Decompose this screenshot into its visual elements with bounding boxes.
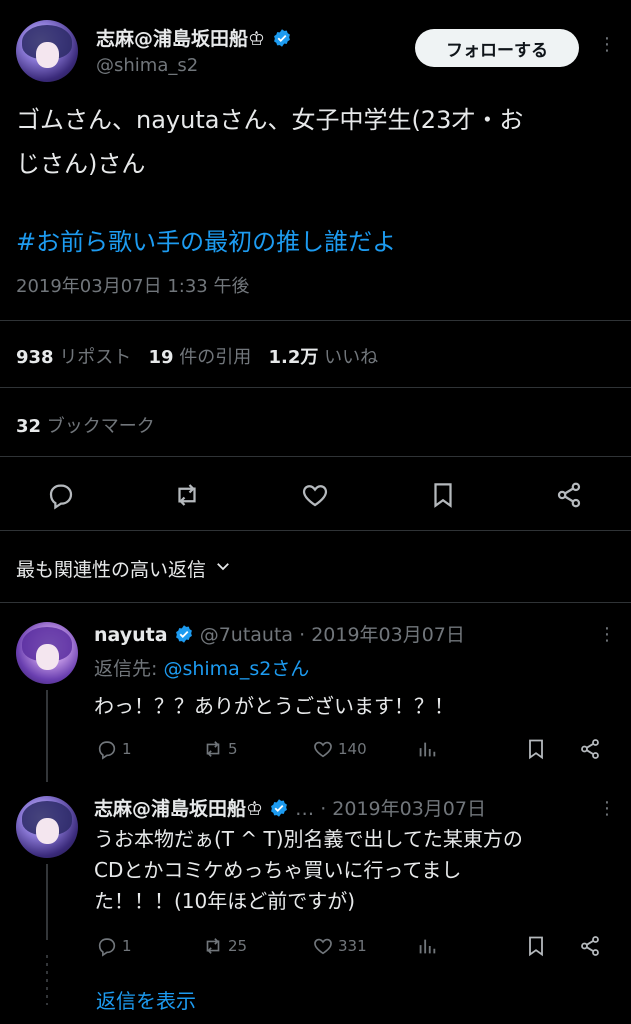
reply-icon[interactable] (46, 480, 76, 510)
reply-header: 志麻@浦島坂田船♔ … · 2019年03月07日 (94, 794, 486, 821)
separator: · (299, 624, 306, 646)
reply-to-line: 返信先: @shima_s2さん (94, 654, 309, 681)
reply-icon (98, 938, 116, 957)
more-options-icon[interactable]: ⋮ (598, 624, 617, 645)
more-options-icon[interactable]: ⋮ (598, 798, 617, 819)
reply-author-name[interactable]: nayuta (94, 624, 168, 646)
reply-header: nayuta @7utauta · 2019年03月07日 (94, 620, 465, 647)
repost-icon[interactable] (172, 480, 202, 510)
separator: · (320, 798, 327, 820)
bookmark-icon[interactable] (428, 480, 458, 510)
reply-reply-button[interactable]: 1 (96, 935, 132, 957)
reply-text-line: うお本物だぁ(T ^ T)別名義で出してた某東方の (94, 827, 523, 851)
repost-icon (206, 741, 220, 757)
analytics-icon[interactable] (416, 738, 438, 764)
reply-text-line: た！！！(10年ほど前ですが) (94, 889, 356, 913)
analytics-icon[interactable] (416, 935, 438, 961)
verified-badge-icon (272, 28, 292, 48)
like-icon (314, 938, 332, 955)
handle-truncated[interactable]: … (295, 798, 314, 820)
reply-sort-label: 最も関連性の高い返信 (16, 559, 207, 581)
reply-like-button[interactable]: 140 (312, 738, 367, 760)
hashtag-link[interactable]: #お前ら歌い手の最初の推し誰だよ (16, 222, 396, 257)
chevron-down-icon (214, 557, 232, 580)
tweet-timestamp[interactable]: 2019年03月07日 1:33 午後 (16, 272, 249, 298)
like-icon[interactable] (300, 480, 330, 510)
quotes-stat[interactable]: 19 件の引用 (148, 347, 251, 368)
thread-dotted-line (45, 955, 49, 1005)
share-icon[interactable] (578, 737, 602, 765)
reply-avatar-nayuta[interactable] (16, 622, 78, 684)
reply-reply-button[interactable]: 1 (96, 738, 132, 760)
more-options-icon[interactable]: ⋮ (598, 34, 617, 55)
share-icon[interactable] (554, 480, 584, 510)
author-name[interactable]: 志麻@浦島坂田船♔ (96, 28, 265, 50)
reposts-stat[interactable]: 938 リポスト (16, 347, 131, 368)
reply-text: わっ！？？ありがとうございます！？！ (94, 694, 454, 718)
tweet-text-line: じさん)さん (16, 150, 146, 178)
reply-avatar-shima[interactable] (16, 796, 78, 858)
bookmark-icon[interactable] (524, 934, 548, 962)
reply-date[interactable]: 2019年03月07日 (311, 624, 465, 646)
repost-icon (206, 938, 220, 954)
reply-to-handle-link[interactable]: @shima_s2さん (163, 658, 309, 680)
reply-to-prefix: 返信先: (94, 658, 164, 680)
likes-stat[interactable]: 1.2万 いいね (268, 347, 378, 368)
bookmark-icon[interactable] (524, 737, 548, 765)
reply-date[interactable]: 2019年03月07日 (332, 798, 486, 820)
thread-line (46, 690, 48, 782)
like-count: 140 (338, 740, 367, 758)
share-icon[interactable] (578, 934, 602, 962)
author-avatar[interactable] (16, 20, 78, 82)
reply-icon (98, 741, 116, 760)
bookmarks-stat[interactable]: 32 ブックマーク (16, 412, 155, 438)
like-icon (314, 741, 332, 758)
tweet-text-line: ゴムさん、nayutaさん、女子中学生(23才・お (16, 106, 524, 134)
tweet-text: ゴムさん、nayutaさん、女子中学生(23才・お じさん)さん (16, 98, 626, 186)
reply-text-line: CDとかコミケめっちゃ買いに行ってまし (94, 858, 462, 882)
follow-button[interactable]: フォローする (415, 29, 579, 67)
reply-author-name[interactable]: 志麻@浦島坂田船♔ (94, 798, 263, 820)
reply-repost-button[interactable]: 5 (202, 738, 238, 760)
show-replies-link[interactable]: 返信を表示 (96, 985, 196, 1014)
reply-sort-selector[interactable]: 最も関連性の高い返信 (16, 555, 232, 582)
reply-repost-button[interactable]: 25 (202, 935, 247, 957)
engagement-stats: 938 リポスト 19 件の引用 1.2万 いいね (16, 343, 378, 369)
reply-text: うお本物だぁ(T ^ T)別名義で出してた某東方の CDとかコミケめっちゃ買いに… (94, 824, 624, 917)
reply-author-handle[interactable]: @7utauta (200, 624, 293, 646)
repost-count: 25 (228, 937, 248, 955)
repost-count: 5 (228, 740, 238, 758)
verified-badge-icon (269, 798, 289, 818)
reply-count: 1 (122, 740, 132, 758)
reply-like-button[interactable]: 331 (312, 935, 367, 957)
like-count: 331 (338, 937, 367, 955)
author-handle[interactable]: @shima_s2 (96, 55, 198, 76)
author-name-row[interactable]: 志麻@浦島坂田船♔ (96, 24, 292, 51)
verified-badge-icon (174, 624, 194, 644)
reply-count: 1 (122, 937, 132, 955)
thread-line (46, 864, 48, 940)
